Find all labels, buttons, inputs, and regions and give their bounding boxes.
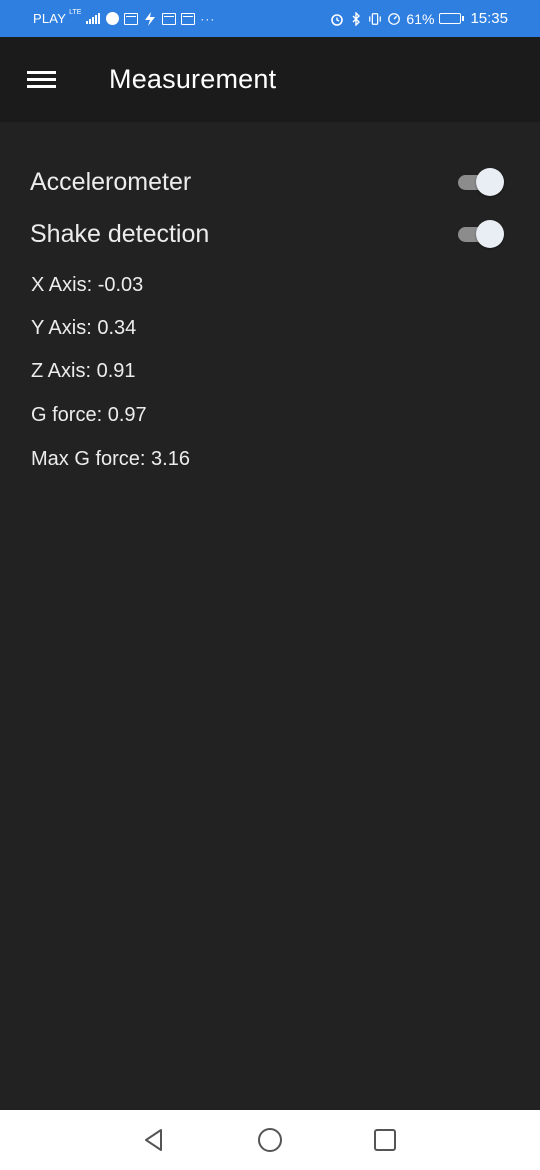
carrier-name: PLAY — [33, 11, 67, 26]
page-title: Measurement — [109, 64, 277, 94]
shake-detection-toggle[interactable] — [456, 219, 504, 249]
app-bar: Measurement — [0, 37, 540, 122]
status-bar-right: 61% 15:35 — [330, 10, 508, 27]
z-axis-reading: Z Axis: 0.91 — [31, 360, 136, 382]
accelerometer-label: Accelerometer — [30, 167, 192, 196]
calendar-icon — [162, 12, 177, 26]
alarm-icon — [330, 12, 344, 26]
signal-icon — [86, 13, 101, 24]
recents-square-icon[interactable] — [372, 1127, 398, 1153]
status-bar: PLAY LTE ··· 61% 15:35 — [0, 0, 540, 37]
back-triangle-icon[interactable] — [141, 1127, 167, 1153]
clock: 15:35 — [470, 10, 508, 27]
nfc-icon — [143, 11, 157, 26]
system-nav-bar — [0, 1110, 540, 1170]
x-axis-reading: X Axis: -0.03 — [31, 274, 144, 296]
more-notifications-icon: ··· — [200, 11, 216, 26]
switch-thumb — [476, 220, 504, 248]
accelerometer-toggle[interactable] — [456, 167, 504, 197]
switch-thumb — [476, 168, 504, 196]
vibrate-icon — [368, 12, 382, 26]
data-saver-icon — [387, 12, 401, 26]
calendar-icon — [181, 12, 196, 26]
shake-detection-row: Shake detection — [0, 214, 540, 254]
status-bar-left: PLAY LTE ··· — [33, 9, 216, 26]
max-g-force-reading: Max G force: 3.16 — [31, 448, 190, 470]
app-notification-icon — [124, 12, 139, 26]
hamburger-menu-icon[interactable] — [27, 69, 57, 91]
accelerometer-row: Accelerometer — [0, 162, 540, 202]
shake-detection-label: Shake detection — [30, 219, 210, 248]
battery-icon — [439, 13, 465, 24]
bluetooth-icon — [349, 11, 363, 26]
g-force-reading: G force: 0.97 — [31, 404, 147, 426]
network-type: LTE — [69, 9, 82, 16]
home-circle-icon[interactable] — [257, 1127, 283, 1153]
spotify-icon — [105, 12, 119, 26]
battery-percent: 61% — [406, 10, 435, 27]
y-axis-reading: Y Axis: 0.34 — [31, 317, 137, 339]
